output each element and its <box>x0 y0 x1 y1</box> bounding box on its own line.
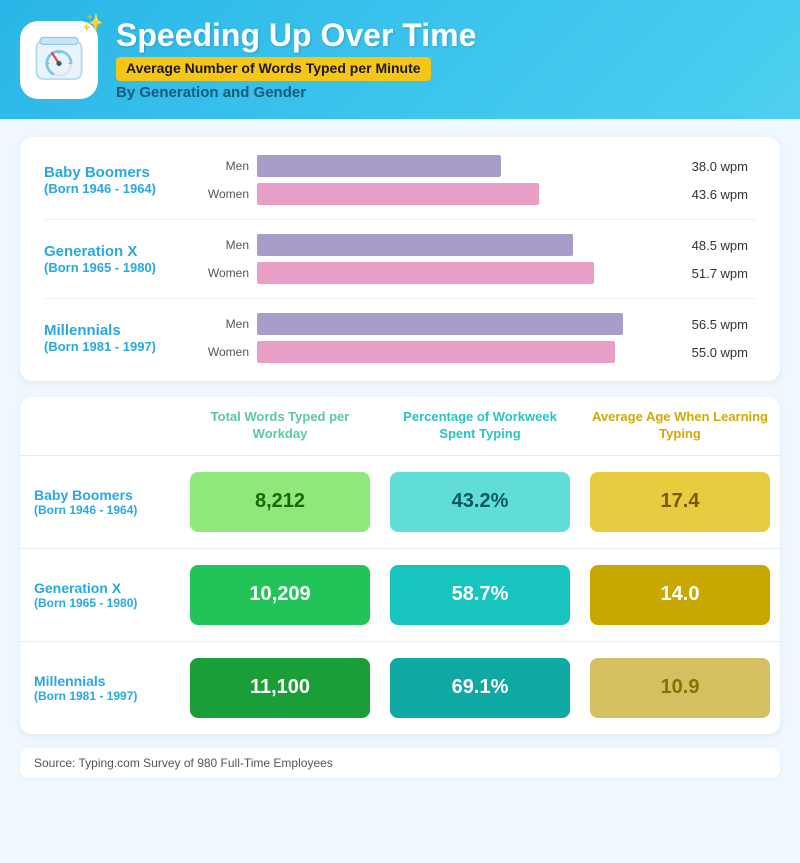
header: ✨ Speeding Up Over Time Average Number o… <box>0 0 800 119</box>
stats-words-cell: 8,212 <box>180 456 380 548</box>
stats-col-empty <box>20 397 180 455</box>
bar-fill-men <box>257 313 623 335</box>
bars-area: Men 48.5 wpm Women 51.7 wpm <box>199 234 756 284</box>
bar-track-men <box>257 234 678 256</box>
source-text: Source: Typing.com Survey of 980 Full-Ti… <box>20 748 780 778</box>
stats-gen-years: (Born 1946 - 1964) <box>34 503 166 517</box>
gen-years: (Born 1946 - 1964) <box>44 181 189 196</box>
gen-name: Generation X <box>44 243 189 260</box>
gen-name: Baby Boomers <box>44 164 189 181</box>
gen-label: Generation X (Born 1965 - 1980) <box>44 243 199 275</box>
gen-label: Baby Boomers (Born 1946 - 1964) <box>44 164 199 196</box>
gen-name: Millennials <box>44 322 189 339</box>
bar-row-men: Men 38.0 wpm <box>207 155 748 177</box>
stats-gen-cell: Baby Boomers (Born 1946 - 1964) <box>20 456 180 548</box>
stats-gen-name: Baby Boomers <box>34 487 166 503</box>
sub-title2: By Generation and Gender <box>116 84 476 101</box>
stats-words-cell: 11,100 <box>180 642 380 734</box>
subtitle-box: Average Number of Words Typed per Minute <box>116 57 431 81</box>
bar-value-men: 48.5 wpm <box>678 238 748 253</box>
stats-age-cell: 14.0 <box>580 549 780 641</box>
bar-row-women: Women 43.6 wpm <box>207 183 748 205</box>
bar-fill-women <box>257 262 594 284</box>
bar-fill-women <box>257 183 539 205</box>
stats-gen-cell: Generation X (Born 1965 - 1980) <box>20 549 180 641</box>
chart-gen-row: Baby Boomers (Born 1946 - 1964) Men 38.0… <box>44 155 756 220</box>
bar-row-men: Men 56.5 wpm <box>207 313 748 335</box>
bar-track-women <box>257 262 678 284</box>
bar-track-women <box>257 183 678 205</box>
bar-row-women: Women 51.7 wpm <box>207 262 748 284</box>
stats-pct-value: 43.2% <box>390 472 570 532</box>
stats-words-value: 8,212 <box>190 472 370 532</box>
bar-fill-women <box>257 341 615 363</box>
bar-label-women: Women <box>207 266 257 280</box>
bar-label-men: Men <box>207 238 257 252</box>
stats-gen-name: Millennials <box>34 673 166 689</box>
bar-label-women: Women <box>207 187 257 201</box>
bars-area: Men 38.0 wpm Women 43.6 wpm <box>199 155 756 205</box>
stats-words-value: 11,100 <box>190 658 370 718</box>
bar-value-men: 38.0 wpm <box>678 159 748 174</box>
bar-value-women: 55.0 wpm <box>678 345 748 360</box>
bar-label-men: Men <box>207 159 257 173</box>
main-content: Baby Boomers (Born 1946 - 1964) Men 38.0… <box>0 119 800 790</box>
bar-track-men <box>257 155 678 177</box>
stats-col-words-header: Total Words Typed per Workday <box>180 397 380 455</box>
stats-header-row: Total Words Typed per Workday Percentage… <box>20 397 780 455</box>
stats-age-cell: 17.4 <box>580 456 780 548</box>
bar-value-men: 56.5 wpm <box>678 317 748 332</box>
bar-value-women: 43.6 wpm <box>678 187 748 202</box>
stats-data-row: Baby Boomers (Born 1946 - 1964) 8,212 43… <box>20 455 780 548</box>
subtitle-text: Average Number of Words Typed per Minute <box>126 60 421 76</box>
stats-pct-cell: 58.7% <box>380 549 580 641</box>
stats-col-age-header: Average Age When Learning Typing <box>580 397 780 455</box>
stats-data-row: Millennials (Born 1981 - 1997) 11,100 69… <box>20 641 780 734</box>
stats-age-value: 14.0 <box>590 565 770 625</box>
chart-gen-row: Generation X (Born 1965 - 1980) Men 48.5… <box>44 234 756 299</box>
bar-label-women: Women <box>207 345 257 359</box>
stats-col-pct-header: Percentage of Workweek Spent Typing <box>380 397 580 455</box>
header-text: Speeding Up Over Time Average Number of … <box>116 18 476 101</box>
bar-row-women: Women 55.0 wpm <box>207 341 748 363</box>
bar-label-men: Men <box>207 317 257 331</box>
stats-pct-cell: 43.2% <box>380 456 580 548</box>
stats-words-value: 10,209 <box>190 565 370 625</box>
stats-gen-cell: Millennials (Born 1981 - 1997) <box>20 642 180 734</box>
stats-words-cell: 10,209 <box>180 549 380 641</box>
chart-gen-row: Millennials (Born 1981 - 1997) Men 56.5 … <box>44 313 756 363</box>
bar-track-men <box>257 313 678 335</box>
sparkle-icon: ✨ <box>82 13 104 34</box>
stats-section: Total Words Typed per Workday Percentage… <box>20 397 780 734</box>
bar-track-women <box>257 341 678 363</box>
stats-data-row: Generation X (Born 1965 - 1980) 10,209 5… <box>20 548 780 641</box>
source-label: Source: Typing.com Survey of 980 Full-Ti… <box>34 756 333 770</box>
bar-fill-men <box>257 234 573 256</box>
bar-fill-men <box>257 155 501 177</box>
bar-row-men: Men 48.5 wpm <box>207 234 748 256</box>
header-icon-box: ✨ <box>20 21 98 99</box>
stats-gen-name: Generation X <box>34 580 166 596</box>
speedometer-icon <box>33 34 85 86</box>
stats-pct-cell: 69.1% <box>380 642 580 734</box>
stats-pct-value: 69.1% <box>390 658 570 718</box>
stats-pct-value: 58.7% <box>390 565 570 625</box>
stats-gen-years: (Born 1981 - 1997) <box>34 689 166 703</box>
stats-age-value: 17.4 <box>590 472 770 532</box>
bar-value-women: 51.7 wpm <box>678 266 748 281</box>
stats-age-value: 10.9 <box>590 658 770 718</box>
bars-area: Men 56.5 wpm Women 55.0 wpm <box>199 313 756 363</box>
main-title: Speeding Up Over Time <box>116 18 476 53</box>
gen-years: (Born 1981 - 1997) <box>44 339 189 354</box>
gen-label: Millennials (Born 1981 - 1997) <box>44 322 199 354</box>
stats-gen-years: (Born 1965 - 1980) <box>34 596 166 610</box>
bar-chart-section: Baby Boomers (Born 1946 - 1964) Men 38.0… <box>20 137 780 381</box>
gen-years: (Born 1965 - 1980) <box>44 260 189 275</box>
stats-age-cell: 10.9 <box>580 642 780 734</box>
